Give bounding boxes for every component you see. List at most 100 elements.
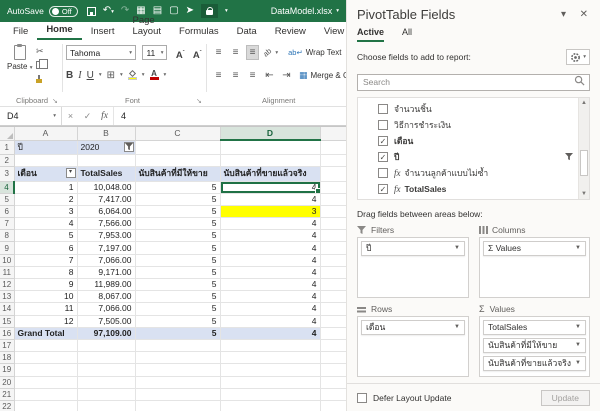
ribbon-tab-review[interactable]: Review	[266, 23, 315, 40]
cell-E13[interactable]	[320, 290, 346, 304]
cell-C2[interactable]	[135, 154, 221, 167]
ribbon-tab-insert[interactable]: Insert	[82, 23, 124, 40]
row-header-17[interactable]: 17	[0, 339, 15, 353]
cell-A17[interactable]	[14, 339, 78, 353]
cell-D7[interactable]: 4	[220, 217, 321, 231]
orientation-dropdown-icon[interactable]: ▾	[275, 50, 278, 56]
autosave-toggle[interactable]: Off	[48, 5, 78, 17]
area-item-dropdown-icon[interactable]: ▼	[575, 360, 581, 366]
pane-close-icon[interactable]: ✕	[580, 9, 588, 20]
cut-button[interactable]: ✂	[36, 46, 48, 56]
cell-C19[interactable]	[135, 363, 221, 377]
row-header-20[interactable]: 20	[0, 376, 15, 389]
cell-B18[interactable]	[77, 351, 136, 365]
name-box-dropdown-icon[interactable]: ▾	[53, 113, 56, 119]
align-right-button[interactable]: ≡	[246, 69, 259, 82]
italic-button[interactable]: I	[78, 70, 81, 81]
cell-D4[interactable]: 4	[220, 181, 321, 194]
cell-C8[interactable]: 5	[135, 229, 221, 243]
tab-active[interactable]: Active	[357, 27, 385, 42]
field-checkbox[interactable]	[378, 151, 388, 162]
ribbon-tab-page-layout[interactable]: Page Layout	[123, 12, 170, 40]
cell-B3[interactable]: TotalSales	[77, 166, 136, 182]
cell-D17[interactable]	[220, 339, 321, 353]
cell-E2[interactable]	[320, 154, 346, 167]
cell-A18[interactable]	[14, 351, 78, 365]
fill-color-dropdown-icon[interactable]: ▾	[142, 72, 145, 78]
field-list-scrollbar[interactable]: ▲ ▼	[578, 97, 589, 199]
cell-B1[interactable]: 2020	[77, 140, 136, 155]
cell-A21[interactable]	[14, 388, 78, 401]
cell-A2[interactable]	[14, 154, 78, 167]
document-title[interactable]: DataModel.xlsx ▾	[271, 6, 339, 16]
cell-E6[interactable]	[320, 205, 346, 219]
autofilter-dropdown-button[interactable]: ▾	[65, 167, 76, 178]
cell-D19[interactable]	[220, 363, 321, 377]
cell-D18[interactable]	[220, 351, 321, 365]
cell-C11[interactable]: 5	[135, 266, 221, 280]
row-header-5[interactable]: 5	[0, 193, 15, 206]
cancel-entry-icon[interactable]: ×	[62, 111, 79, 121]
align-left-button[interactable]: ≡	[212, 69, 225, 82]
cell-D10[interactable]: 4	[220, 254, 321, 267]
row-header-2[interactable]: 2	[0, 154, 15, 167]
field-item-จำนวนชิ้น[interactable]: จำนวนชิ้น	[358, 101, 589, 117]
tab-all[interactable]: All	[402, 27, 412, 42]
cell-D21[interactable]	[220, 388, 321, 401]
fill-color-button[interactable]	[127, 69, 137, 80]
page-icon[interactable]: ▢	[169, 6, 178, 16]
cell-E10[interactable]	[320, 254, 346, 267]
cell-D11[interactable]: 4	[220, 266, 321, 280]
cell-A19[interactable]	[14, 363, 78, 377]
cell-D1[interactable]	[220, 140, 321, 155]
scroll-thumb[interactable]	[580, 149, 588, 176]
orientation-button[interactable]: ab	[261, 46, 273, 58]
cell-D20[interactable]	[220, 376, 321, 389]
enter-entry-icon[interactable]: ✓	[79, 111, 96, 122]
ribbon-tab-file[interactable]: File	[4, 23, 37, 40]
ribbon-tab-home[interactable]: Home	[37, 21, 82, 40]
column-header-B[interactable]: B	[77, 127, 136, 141]
row-header-1[interactable]: 1	[0, 140, 15, 155]
cell-D12[interactable]: 4	[220, 278, 321, 292]
cell-C9[interactable]: 5	[135, 241, 221, 255]
cell-A14[interactable]: 11	[14, 302, 78, 316]
row-header-22[interactable]: 22	[0, 400, 15, 411]
cell-D2[interactable]	[220, 154, 321, 167]
column-header-sliver[interactable]	[320, 127, 346, 141]
cell-E16[interactable]	[320, 327, 346, 340]
cell-E18[interactable]	[320, 351, 346, 365]
area-item-totalsales[interactable]: TotalSales ▼	[483, 319, 586, 335]
cell-C13[interactable]: 5	[135, 290, 221, 304]
cell-E4[interactable]	[320, 181, 346, 194]
underline-dropdown-icon[interactable]: ▾	[99, 72, 102, 78]
cell-A22[interactable]	[14, 400, 78, 411]
pane-options-icon[interactable]: ▾	[561, 9, 566, 20]
row-header-12[interactable]: 12	[0, 278, 15, 292]
cell-B5[interactable]: 7,417.00	[77, 193, 136, 206]
row-header-15[interactable]: 15	[0, 315, 15, 328]
formula-input[interactable]: 4	[113, 107, 346, 125]
row-header-16[interactable]: 16	[0, 327, 15, 340]
cell-C20[interactable]	[135, 376, 221, 389]
area-item-values[interactable]: Σ Values ▼	[483, 240, 586, 256]
column-header-A[interactable]: A	[14, 127, 78, 141]
font-dialog-launcher-icon[interactable]: ↘	[196, 97, 202, 105]
cell-A5[interactable]: 2	[14, 193, 78, 206]
cell-A10[interactable]: 7	[14, 254, 78, 267]
field-item-จำนวนลูกค้าแบบไม่ซ้ำ[interactable]: fx จำนวนลูกค้าแบบไม่ซ้ำ	[358, 165, 589, 181]
cell-C1[interactable]	[135, 140, 221, 155]
cell-C17[interactable]	[135, 339, 221, 353]
field-checkbox[interactable]	[378, 135, 388, 146]
copy-button[interactable]: ▾	[36, 59, 48, 70]
cell-E5[interactable]	[320, 193, 346, 206]
cell-C5[interactable]: 5	[135, 193, 221, 206]
field-item-ปี[interactable]: ปี	[358, 149, 589, 165]
ribbon-tab-data[interactable]: Data	[228, 23, 266, 40]
undo-icon[interactable]: ↶▾	[103, 5, 114, 17]
cell-E15[interactable]	[320, 315, 346, 328]
scroll-up-icon[interactable]: ▲	[579, 100, 589, 106]
cell-B14[interactable]: 7,066.00	[77, 302, 136, 316]
cell-C4[interactable]: 5	[135, 181, 221, 194]
cell-B10[interactable]: 7,066.00	[77, 254, 136, 267]
